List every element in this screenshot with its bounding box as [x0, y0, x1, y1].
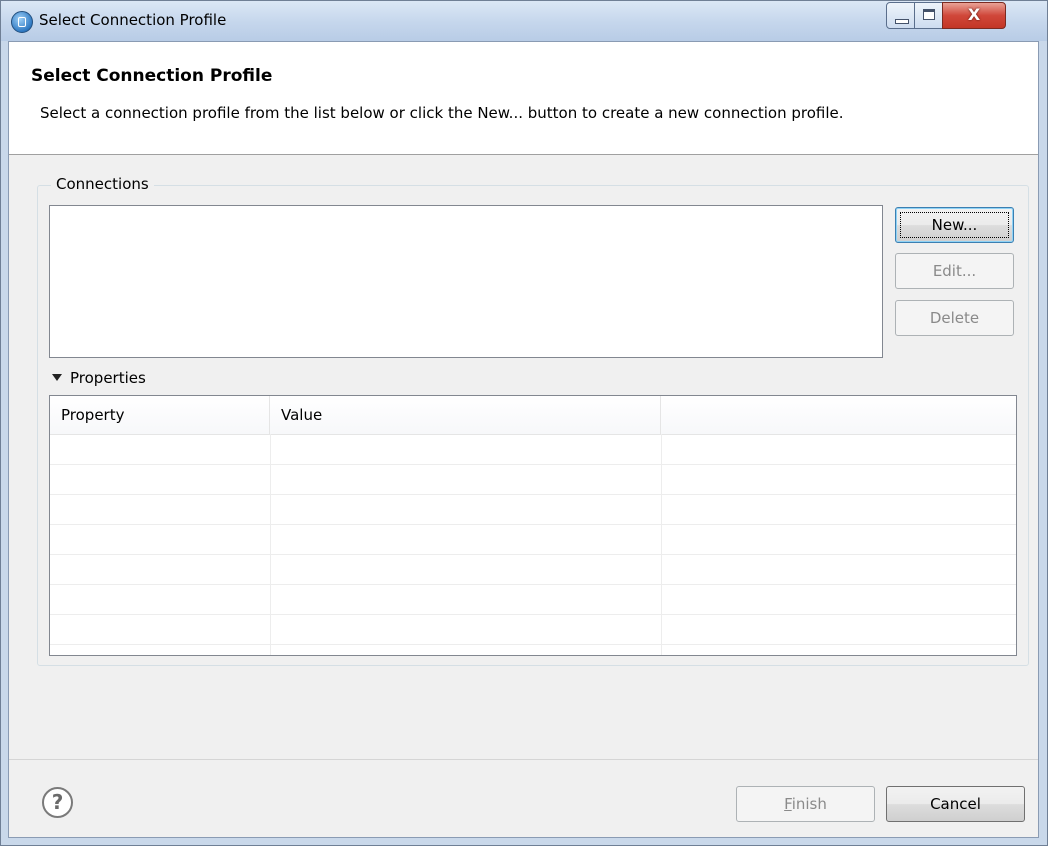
properties-toggle-label: Properties [70, 369, 146, 387]
edit-button[interactable]: Edit... [895, 253, 1014, 289]
finish-button[interactable]: Finish [736, 786, 875, 822]
close-button[interactable]: X [942, 2, 1006, 29]
delete-button-label: Delete [929, 309, 980, 327]
cancel-button-label: Cancel [930, 795, 981, 813]
close-icon: X [967, 5, 981, 24]
page-title: Select Connection Profile [31, 66, 273, 86]
app-database-icon [11, 11, 33, 33]
wizard-header: Select Connection Profile Select a conne… [9, 42, 1038, 155]
minimize-button[interactable] [886, 2, 915, 29]
new-button[interactable]: New... [895, 207, 1014, 243]
column-header-property[interactable]: Property [50, 396, 270, 434]
connection-profile-list[interactable] [49, 205, 883, 358]
properties-table[interactable]: Property Value [49, 395, 1017, 656]
finish-mnemonic: F [784, 795, 792, 813]
properties-section-toggle[interactable]: Properties [52, 369, 146, 387]
column-gridline [270, 434, 271, 655]
maximize-button[interactable] [914, 2, 943, 29]
finish-button-label: inish [791, 795, 827, 813]
delete-button[interactable]: Delete [895, 300, 1014, 336]
dialog-client-area: Select Connection Profile Select a conne… [8, 41, 1039, 838]
column-header-blank[interactable] [661, 396, 1016, 434]
footer-separator [9, 759, 1038, 760]
row-gridline [50, 644, 1016, 645]
row-gridline [50, 584, 1016, 585]
row-gridline [50, 494, 1016, 495]
dialog-window: Select Connection Profile X Select Conne… [0, 0, 1048, 846]
row-gridline [50, 524, 1016, 525]
focus-ring [900, 212, 1009, 238]
row-gridline [50, 554, 1016, 555]
header-divider [50, 434, 1016, 435]
cancel-button[interactable]: Cancel [886, 786, 1025, 822]
row-gridline [50, 464, 1016, 465]
page-description: Select a connection profile from the lis… [40, 104, 844, 122]
expand-triangle-icon [52, 374, 62, 381]
connections-group-label: Connections [51, 175, 154, 193]
help-icon[interactable]: ? [42, 787, 73, 818]
maximize-icon [923, 9, 935, 20]
window-title: Select Connection Profile [39, 11, 227, 29]
minimize-icon [895, 19, 909, 24]
column-header-value[interactable]: Value [270, 396, 661, 434]
column-gridline [661, 434, 662, 655]
title-bar[interactable]: Select Connection Profile X [1, 1, 1047, 41]
row-gridline [50, 614, 1016, 615]
edit-button-label: Edit... [932, 262, 977, 280]
